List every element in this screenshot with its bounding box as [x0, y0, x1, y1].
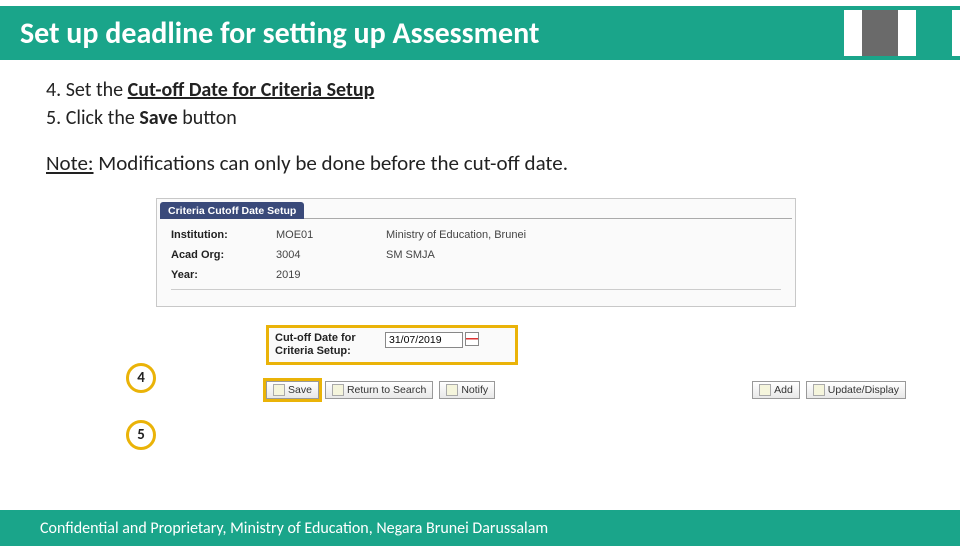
note-label: Note: — [46, 150, 94, 176]
slide-title: Set up deadline for setting up Assessmen… — [0, 10, 844, 56]
row-year: Year: 2019 — [171, 269, 781, 281]
update-icon — [813, 384, 825, 396]
title-gap — [844, 10, 862, 56]
panel-tab[interactable]: Criteria Cutoff Date Setup — [160, 202, 304, 219]
step-5: 5. Click the Save button — [46, 106, 920, 130]
embedded-screenshot: Criteria Cutoff Date Setup Institution: … — [156, 198, 920, 399]
toolbar-right: Add Update/Display — [752, 381, 906, 399]
note: Note: Modifications can only be done bef… — [46, 150, 920, 176]
year-label: Year: — [171, 269, 276, 281]
notify-icon — [446, 384, 458, 396]
save-icon — [273, 384, 285, 396]
panel-tab-line — [304, 199, 792, 219]
step-4-bold: Cut-off Date for Criteria Setup — [128, 78, 375, 102]
row-institution: Institution: MOE01 Ministry of Education… — [171, 229, 781, 241]
criteria-panel: Criteria Cutoff Date Setup Institution: … — [156, 198, 796, 307]
return-to-search-button[interactable]: Return to Search — [325, 381, 433, 399]
notify-button[interactable]: Notify — [439, 381, 495, 399]
panel-header: Criteria Cutoff Date Setup — [157, 199, 795, 219]
title-end — [952, 10, 960, 56]
year-value: 2019 — [276, 269, 386, 281]
slide-title-text: Set up deadline for setting up Assessmen… — [20, 15, 539, 52]
footer: Confidential and Proprietary, Ministry o… — [0, 510, 960, 546]
add-label: Add — [774, 384, 793, 396]
title-accent-grey — [862, 10, 898, 56]
institution-code: MOE01 — [276, 229, 386, 241]
save-label: Save — [288, 384, 312, 396]
step-5-bold: Save — [139, 106, 177, 130]
save-button[interactable]: Save — [266, 381, 319, 399]
marker-5: 5 — [126, 420, 156, 450]
calendar-icon[interactable] — [465, 332, 479, 346]
title-accent-green — [916, 10, 952, 56]
notify-label: Notify — [461, 384, 488, 396]
institution-name: Ministry of Education, Brunei — [386, 229, 526, 241]
search-icon — [332, 384, 344, 396]
institution-label: Institution: — [171, 229, 276, 241]
step-5-prefix: 5. Click the — [46, 106, 139, 130]
toolbar: Save Return to Search Notify Add — [266, 381, 906, 399]
footer-text: Confidential and Proprietary, Ministry o… — [40, 519, 548, 538]
note-text: Modifications can only be done before th… — [94, 150, 568, 176]
cutoff-label: Cut-off Date for Criteria Setup: — [275, 332, 385, 358]
cutoff-date-input[interactable] — [385, 332, 463, 348]
add-icon — [759, 384, 771, 396]
acadorg-label: Acad Org: — [171, 249, 276, 261]
step-4: 4. Set the Cut-off Date for Criteria Set… — [46, 78, 920, 102]
step-4-prefix: 4. Set the — [46, 78, 128, 102]
panel-divider — [171, 289, 781, 290]
title-gap-2 — [898, 10, 916, 56]
acadorg-code: 3004 — [276, 249, 386, 261]
slide-title-bar: Set up deadline for setting up Assessmen… — [0, 6, 960, 60]
row-acadorg: Acad Org: 3004 SM SMJA — [171, 249, 781, 261]
content-area: 4. Set the Cut-off Date for Criteria Set… — [0, 60, 960, 399]
panel-body: Institution: MOE01 Ministry of Education… — [157, 219, 795, 306]
return-label: Return to Search — [347, 384, 426, 396]
add-button[interactable]: Add — [752, 381, 800, 399]
update-display-button[interactable]: Update/Display — [806, 381, 906, 399]
toolbar-left: Save Return to Search Notify — [266, 381, 495, 399]
acadorg-name: SM SMJA — [386, 249, 435, 261]
cutoff-highlight-box: Cut-off Date for Criteria Setup: — [266, 325, 518, 365]
update-label: Update/Display — [828, 384, 899, 396]
marker-4: 4 — [126, 363, 156, 393]
step-5-suffix: button — [178, 106, 237, 130]
